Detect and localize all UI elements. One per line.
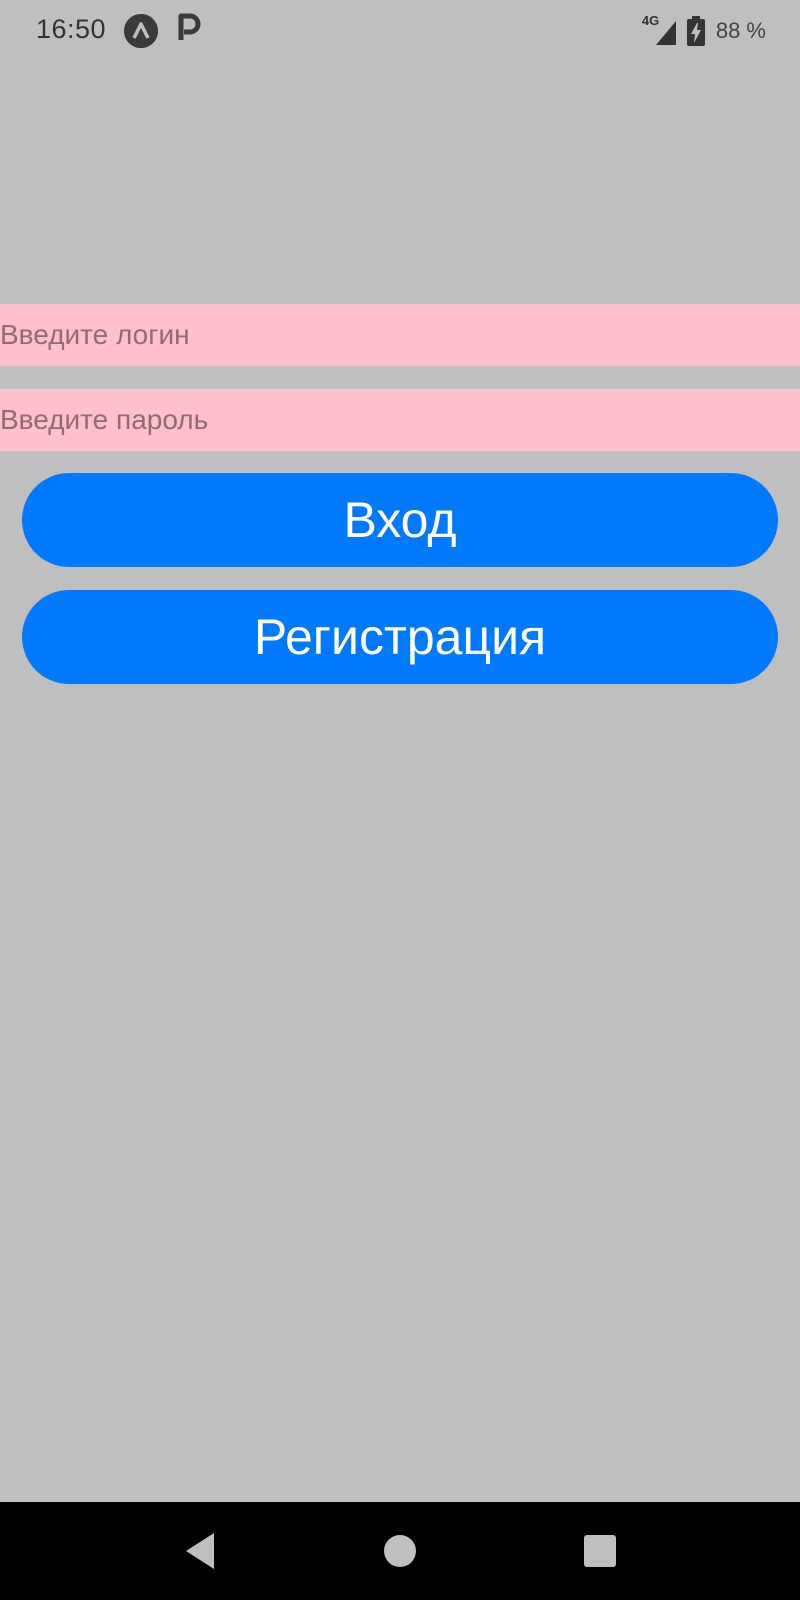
recents-icon[interactable] <box>560 1502 640 1600</box>
login-screen: 16:50 4G 88 % Введите логин Вход Регистр… <box>0 0 800 1600</box>
arc-a-icon <box>124 14 158 48</box>
login-input[interactable] <box>0 304 800 366</box>
status-time: 16:50 <box>36 14 107 44</box>
navigation-bar <box>0 1502 800 1600</box>
status-icons: 4G 88 % <box>642 13 766 48</box>
login-button[interactable]: Вход <box>22 473 778 567</box>
status-bar: 16:50 4G 88 % <box>0 0 800 62</box>
network-type-label: 4G <box>641 13 660 28</box>
p-icon <box>176 12 202 50</box>
cellular-signal-icon: 4G <box>642 13 680 47</box>
register-button[interactable]: Регистрация <box>22 590 778 684</box>
password-input[interactable] <box>0 389 800 451</box>
battery-percent: 88 % <box>715 18 766 43</box>
back-icon[interactable] <box>160 1502 240 1600</box>
battery-charging-icon <box>686 15 706 47</box>
home-icon[interactable] <box>360 1502 440 1600</box>
